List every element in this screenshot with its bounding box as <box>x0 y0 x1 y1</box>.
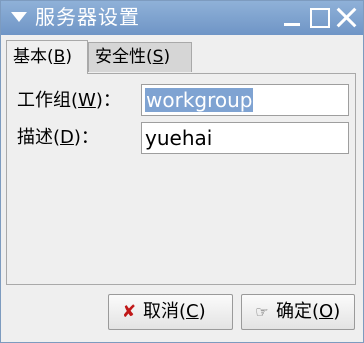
workgroup-label-text: 工作组( <box>17 90 79 111</box>
cancel-label-end: ) <box>198 301 206 322</box>
tab-basic-mnemonic: B <box>53 47 66 67</box>
ok-mnemonic: O <box>319 301 334 322</box>
ok-label: 确定( <box>276 301 320 322</box>
workgroup-field[interactable]: workgroup <box>141 84 349 116</box>
close-icon[interactable] <box>335 6 357 28</box>
tab-security-mnemonic: S <box>152 47 164 67</box>
window-title: 服务器设置 <box>35 5 140 29</box>
window-menu-icon[interactable] <box>11 12 27 22</box>
description-label-mnemonic: D <box>60 127 74 148</box>
cancel-x-icon: ✘ <box>121 302 137 322</box>
description-field[interactable]: yuehai <box>141 122 349 154</box>
workgroup-label: 工作组(W)： <box>17 89 121 113</box>
cancel-mnemonic: C <box>186 301 199 322</box>
workgroup-label-mnemonic: W <box>78 90 96 111</box>
cancel-button[interactable]: ✘ 取消(C) <box>108 294 233 330</box>
description-label: 描述(D)： <box>17 126 99 150</box>
tab-security-label-end: ) <box>163 47 171 67</box>
workgroup-label-end: )： <box>95 90 121 111</box>
tab-basic-label: 基本( <box>13 47 54 67</box>
ok-hand-icon: ☞ <box>255 303 269 321</box>
cancel-label: 取消( <box>143 301 187 322</box>
ok-label-end: ) <box>333 301 341 322</box>
tab-security[interactable]: 安全性(S) <box>88 42 192 72</box>
tab-basic-label-end: ) <box>65 47 72 67</box>
tab-basic[interactable]: 基本(B) <box>6 40 88 74</box>
description-label-end: )： <box>73 127 99 148</box>
description-value: yuehai <box>145 126 213 150</box>
minimize-icon[interactable] <box>281 6 303 28</box>
tab-security-label: 安全性( <box>95 47 153 67</box>
maximize-icon[interactable] <box>308 6 330 28</box>
ok-button[interactable]: ☞ 确定(O) <box>241 294 355 330</box>
description-label-text: 描述( <box>17 127 61 148</box>
workgroup-value: workgroup <box>145 88 254 112</box>
title-bar[interactable]: 服务器设置 <box>1 1 363 35</box>
